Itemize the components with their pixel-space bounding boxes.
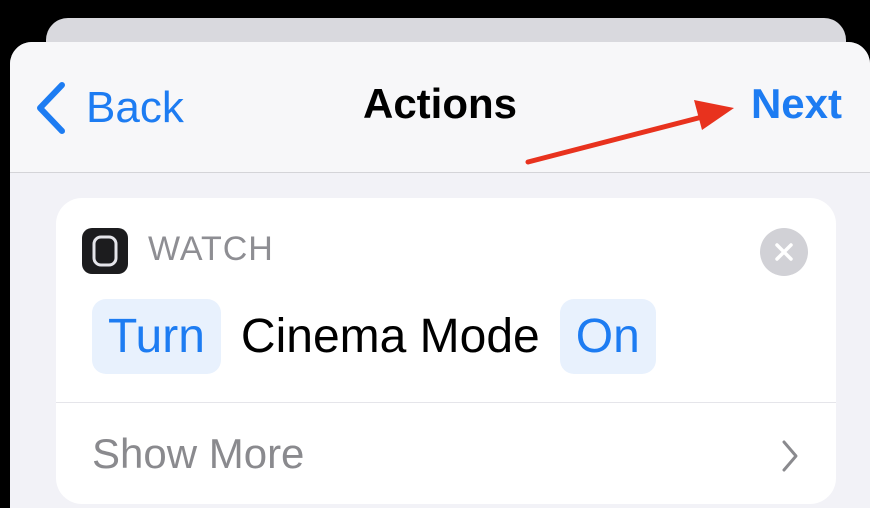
remove-action-button[interactable] — [760, 228, 808, 276]
divider — [56, 402, 836, 403]
actions-sheet: Back Actions Next WATCH Turn Cinema Mode… — [10, 42, 870, 508]
action-row: Turn Cinema Mode On — [92, 298, 656, 374]
show-more-label: Show More — [92, 430, 305, 477]
app-label: WATCH — [148, 230, 274, 268]
show-more-button[interactable]: Show More — [56, 404, 836, 504]
state-parameter[interactable]: On — [559, 298, 656, 374]
turn-parameter[interactable]: Turn — [92, 298, 221, 374]
chevron-right-icon — [782, 440, 798, 472]
action-card: WATCH Turn Cinema Mode On Show More — [56, 198, 836, 504]
page-title: Actions — [362, 80, 517, 127]
action-text: Cinema Mode — [240, 309, 540, 363]
next-button[interactable]: Next — [751, 80, 842, 128]
navigation-bar: Back Actions Next — [10, 42, 870, 173]
close-icon — [775, 243, 793, 261]
apple-watch-icon — [82, 228, 128, 274]
